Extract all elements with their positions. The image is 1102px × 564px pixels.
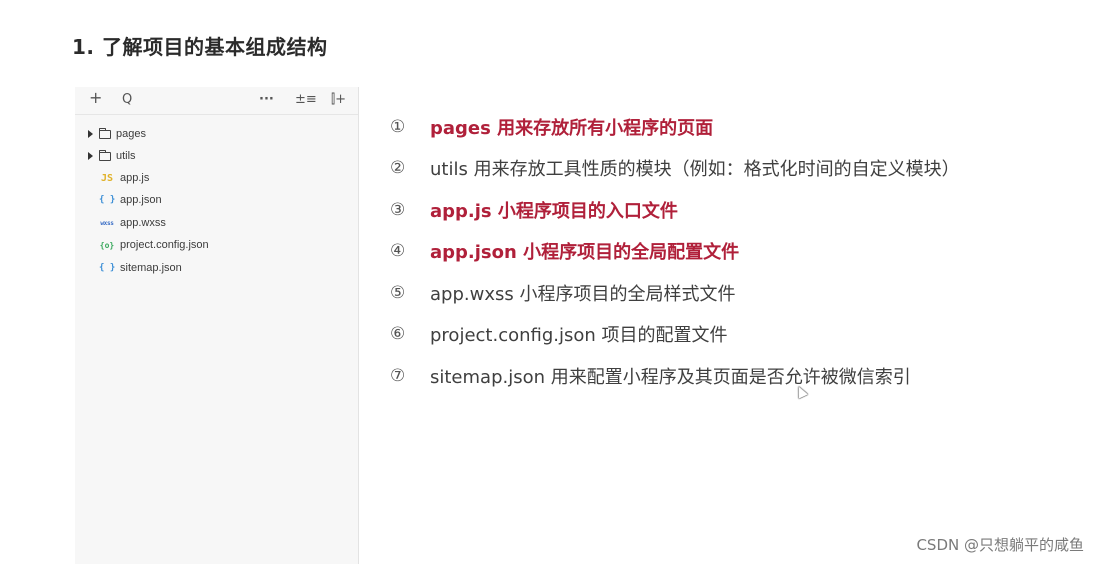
config-file-icon: {o} <box>99 240 115 250</box>
file-explorer-panel: + Q ··· ±≡ ⫿+ pages utils JS app.js { } … <box>75 87 359 564</box>
item-number: ⑥ <box>390 324 406 344</box>
item-number: ② <box>390 158 406 178</box>
list-item: ② utils 用来存放工具性质的模块（例如：格式化时间的自定义模块） <box>390 155 960 181</box>
tree-file-app-json[interactable]: { } app.json <box>75 190 162 210</box>
wxss-file-icon: wxss <box>100 219 114 227</box>
list-item: ① pages 用来存放所有小程序的页面 <box>390 114 713 140</box>
add-file-icon[interactable]: + <box>89 90 102 106</box>
tree-file-app-wxss[interactable]: wxss app.wxss <box>75 213 166 233</box>
list-item: ⑤ app.wxss 小程序项目的全局样式文件 <box>390 280 735 306</box>
item-number: ③ <box>390 200 406 220</box>
item-number: ① <box>390 117 406 137</box>
tree-item-label: sitemap.json <box>120 262 182 274</box>
folder-icon <box>99 127 111 139</box>
list-item: ④ app.json 小程序项目的全局配置文件 <box>390 238 739 264</box>
item-number: ④ <box>390 241 406 261</box>
list-item: ③ app.js 小程序项目的入口文件 <box>390 197 678 223</box>
sort-icon[interactable]: ±≡ <box>295 92 317 108</box>
tree-item-label: pages <box>116 128 146 140</box>
js-file-icon: JS <box>100 172 114 184</box>
collapse-panel-icon[interactable]: ⫿+ <box>331 92 346 108</box>
list-item: ⑦ sitemap.json 用来配置小程序及其页面是否允许被微信索引 <box>390 363 911 389</box>
item-text: app.json 小程序项目的全局配置文件 <box>430 242 740 263</box>
item-text: utils 用来存放工具性质的模块（例如：格式化时间的自定义模块） <box>430 159 960 180</box>
item-text: pages 用来存放所有小程序的页面 <box>430 118 714 139</box>
explorer-toolbar: + Q ··· ±≡ ⫿+ <box>75 87 358 115</box>
caret-right-icon[interactable] <box>88 152 93 160</box>
list-item: ⑥ project.config.json 项目的配置文件 <box>390 321 728 347</box>
json-file-icon: { } <box>99 263 116 273</box>
json-file-icon: { } <box>99 195 116 205</box>
caret-right-icon[interactable] <box>88 130 93 138</box>
tree-item-label: app.wxss <box>120 217 166 229</box>
tree-item-label: project.config.json <box>120 239 209 251</box>
item-number: ⑤ <box>390 283 406 303</box>
tree-item-label: utils <box>116 150 136 162</box>
watermark: CSDN @只想躺平的咸鱼 <box>916 536 1084 554</box>
tree-item-label: app.json <box>120 194 162 206</box>
tree-folder-pages[interactable]: pages <box>75 124 146 144</box>
page-heading: 1. 了解项目的基本组成结构 <box>72 35 328 59</box>
item-text: project.config.json 项目的配置文件 <box>430 325 728 346</box>
tree-item-label: app.js <box>120 172 150 184</box>
item-text: app.js 小程序项目的入口文件 <box>430 201 678 222</box>
more-options-icon[interactable]: ··· <box>259 92 274 108</box>
tree-file-app-js[interactable]: JS app.js <box>75 168 149 188</box>
item-text: app.wxss 小程序项目的全局样式文件 <box>430 284 736 305</box>
tree-file-sitemap-json[interactable]: { } sitemap.json <box>75 258 182 278</box>
search-icon[interactable]: Q <box>122 92 132 108</box>
folder-icon <box>99 149 111 161</box>
tree-folder-utils[interactable]: utils <box>75 146 136 166</box>
item-text: sitemap.json 用来配置小程序及其页面是否允许被微信索引 <box>430 367 911 388</box>
tree-file-project-config[interactable]: {o} project.config.json <box>75 235 209 255</box>
item-number: ⑦ <box>390 366 406 386</box>
